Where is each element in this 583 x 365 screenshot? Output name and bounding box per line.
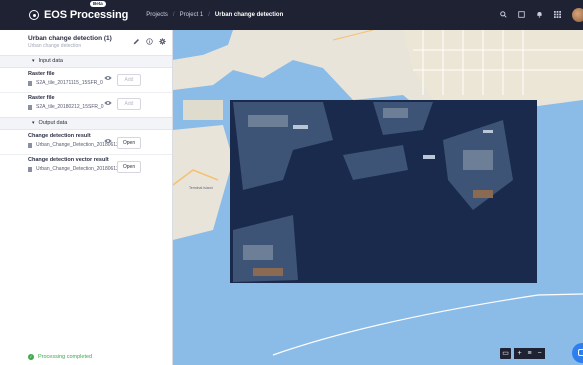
row-divider [0,92,172,93]
search-icon[interactable] [494,10,512,20]
settings-gear-icon[interactable] [159,38,166,47]
map-menu-button[interactable]: ≡ [525,348,534,359]
file-icon [28,80,32,86]
process-header: Urban change detection (1) Urban change … [28,35,112,49]
status-text: Processing completed [38,354,93,360]
map-controls: ▭ + ≡ − [500,348,545,359]
process-subtitle: Urban change detection [28,43,82,49]
output-row-1: Change detection result Urban_Change_Det… [28,133,168,148]
output-file: Urban_Change_Detection_20180612... [28,142,168,148]
chevron-down-icon: ▾ [32,120,35,126]
zoom-controls: + ≡ − [514,348,545,359]
add-button[interactable]: Add [117,74,141,86]
output-row-2: Change detection vector result Urban_Cha… [28,157,168,172]
file-icon [28,142,32,148]
eye-icon[interactable] [104,138,112,146]
breadcrumb-projects[interactable]: Projects [146,12,168,18]
map-canvas [173,30,583,365]
breadcrumb-separator: / [172,12,175,18]
user-avatar[interactable] [572,8,583,22]
map-label-terminal-island: Terminal Island [189,186,213,190]
section-label: Output data [38,120,68,126]
file-name: S2A_tile_20171115_15SFR_0 [36,80,103,86]
input-label: Raster file [28,71,55,77]
add-button[interactable]: Add [117,98,141,110]
bell-icon[interactable] [530,11,548,20]
input-file: S2A_tile_20171115_15SFR_0 [28,80,168,86]
edit-icon[interactable] [133,38,140,47]
file-icon [28,166,32,172]
process-title: Urban change detection (1) [28,35,112,42]
output-label: Change detection result [28,133,91,139]
output-data-section[interactable]: ▾ Output data [0,117,172,130]
input-label: Raster file [28,95,55,101]
open-button[interactable]: Open [117,161,141,173]
section-label: Input data [38,58,63,64]
processing-status: ✓ Processing completed [28,354,92,360]
output-label: Change detection vector result [28,157,109,163]
breadcrumb-separator: / [208,12,210,18]
open-button[interactable]: Open [117,137,141,149]
info-icon[interactable] [146,38,153,47]
file-icon [28,104,32,110]
eye-icon[interactable] [104,75,112,83]
input-file: S2A_tile_20180212_15SFR_0 [28,104,168,110]
breadcrumb-project[interactable]: Project 1 [180,12,204,18]
breadcrumb: Projects / Project 1 / Urban change dete… [146,12,283,18]
process-actions [133,38,166,47]
file-name: S2A_tile_20180212_15SFR_0 [36,104,104,110]
zoom-in-button[interactable]: + [514,348,525,359]
square-icon[interactable] [512,10,530,20]
layers-button[interactable]: ▭ [500,348,511,359]
topbar-actions [494,0,583,30]
output-file: Urban_Change_Detection_20180612_107... [28,166,168,172]
eos-logo-icon [29,10,39,20]
map-view[interactable]: Terminal Island ▭ + ≡ − [173,30,583,365]
apps-grid-icon[interactable] [548,10,566,20]
app-logo[interactable]: EOS Processing Beta [29,1,129,21]
top-bar: EOS Processing Beta Projects / Project 1… [0,0,583,30]
row-divider [0,154,172,155]
input-row-1: Raster file S2A_tile_20171115_15SFR_0 [28,71,168,86]
input-data-section[interactable]: ▾ Input data [0,55,172,68]
eye-icon[interactable] [104,100,112,108]
chevron-down-icon: ▾ [32,58,35,64]
input-row-2: Raster file S2A_tile_20180212_15SFR_0 [28,95,168,110]
breadcrumb-current: Urban change detection [214,12,284,18]
check-circle-icon: ✓ [28,354,34,360]
process-sidebar: Urban change detection (1) Urban change … [0,30,173,365]
beta-badge: Beta [90,1,106,7]
app-title: EOS Processing [44,9,129,21]
zoom-out-button[interactable]: − [534,348,545,359]
